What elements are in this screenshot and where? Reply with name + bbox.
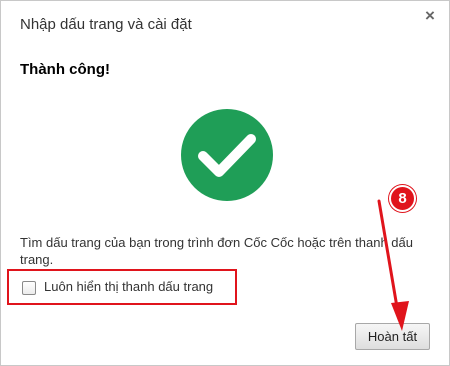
done-button[interactable]: Hoàn tất: [355, 323, 430, 350]
close-icon[interactable]: ×: [422, 7, 438, 24]
check-icon: [181, 109, 273, 201]
show-bookmarks-bar-option: Luôn hiển thị thanh dấu trang: [7, 269, 237, 305]
step-number-badge: 8: [389, 185, 416, 212]
description-text: Tìm dấu trang của bạn trong trình đơn Cố…: [20, 235, 413, 267]
dialog-title: Nhập dấu trang và cài đặt: [20, 16, 192, 33]
success-heading: Thành công!: [20, 61, 110, 78]
import-bookmarks-dialog: Nhập dấu trang và cài đặt × Thành công! …: [0, 0, 450, 366]
show-bookmarks-bar-label[interactable]: Luôn hiển thị thanh dấu trang: [44, 279, 213, 294]
show-bookmarks-bar-checkbox[interactable]: [22, 281, 36, 295]
